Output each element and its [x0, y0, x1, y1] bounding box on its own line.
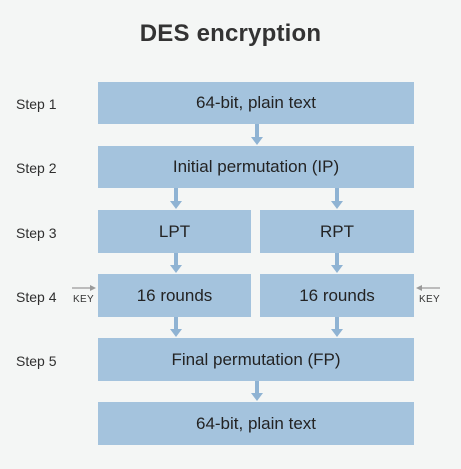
arrow-ip-to-rpt-icon — [331, 188, 343, 209]
arrow-lpt-to-rounds-icon — [170, 253, 182, 273]
key-arrow-left-icon — [72, 285, 96, 291]
arrow-rounds-right-to-fp-icon — [331, 317, 343, 337]
arrow-step1-to-step2-icon — [251, 124, 263, 145]
arrow-rounds-left-to-fp-icon — [170, 317, 182, 337]
arrow-rpt-to-rounds-icon — [331, 253, 343, 273]
arrow-ip-to-lpt-icon — [170, 188, 182, 209]
key-arrow-right-icon — [416, 285, 440, 291]
arrow-fp-to-output-icon — [251, 381, 263, 401]
connector-arrows — [72, 124, 440, 401]
